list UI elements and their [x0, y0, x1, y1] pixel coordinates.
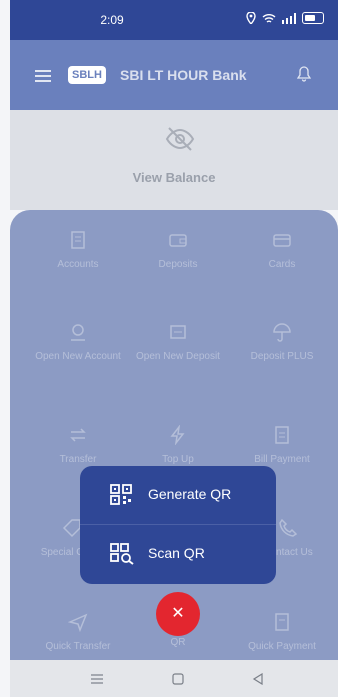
status-icons — [246, 12, 324, 24]
receipt-icon — [275, 613, 289, 631]
tab-label: Quick Payment — [248, 641, 316, 652]
bank-logo: SBLH — [68, 66, 106, 84]
new-account-icon — [71, 324, 85, 341]
qr-code-icon — [110, 484, 132, 505]
grid-label: Cards — [268, 259, 296, 270]
app-header: SBLH SBI LT HOUR Bank — [10, 40, 338, 110]
card-icon — [273, 234, 291, 247]
send-icon — [67, 613, 88, 633]
offer-icon — [62, 519, 81, 538]
grid-item-bill-payment[interactable]: Bill Payment — [232, 425, 332, 466]
grid-label: Top Up — [162, 454, 194, 465]
umbrella-icon — [273, 323, 291, 342]
scan-qr-label: Scan QR — [148, 545, 205, 561]
grid-item-accounts[interactable]: Accounts — [28, 230, 128, 271]
bank-name: SBI LT HOUR Bank — [120, 67, 247, 83]
signal-icon — [282, 12, 296, 24]
grid-label: Deposit PLUS — [250, 351, 314, 362]
status-bar: 2:09 — [10, 0, 338, 40]
generate-qr-option[interactable]: Generate QR — [80, 466, 276, 524]
view-balance-label: View Balance — [132, 170, 216, 185]
document-icon — [71, 231, 85, 249]
lightning-icon — [170, 424, 185, 446]
home-nav-icon[interactable] — [172, 673, 184, 685]
grid-label: Transfer — [59, 454, 97, 465]
tab-qr-label: QR — [170, 637, 186, 648]
grid-label: Deposits — [158, 259, 198, 270]
grid-label: Open New Deposit — [136, 351, 220, 362]
tab-label: Quick Transfer — [45, 641, 111, 652]
grid-item-open-new-account[interactable]: Open New Account — [28, 322, 128, 363]
scan-qr-icon — [110, 543, 134, 565]
status-time: 2:09 — [100, 13, 124, 27]
grid-item-top-up[interactable]: Top Up — [128, 424, 228, 466]
transfer-icon — [70, 428, 86, 442]
menu-icon[interactable] — [35, 70, 51, 82]
battery-icon — [302, 12, 324, 24]
balance-card[interactable]: View Balance — [10, 110, 338, 210]
tab-quick-payment[interactable]: Quick Payment — [232, 612, 332, 653]
grid-item-deposits[interactable]: Deposits — [128, 230, 228, 271]
phone-icon — [279, 518, 298, 537]
new-deposit-icon — [170, 325, 186, 339]
close-icon: ✕ — [171, 605, 185, 622]
grid-label: Accounts — [57, 259, 99, 270]
bell-icon[interactable] — [297, 66, 311, 82]
close-qr-button[interactable]: ✕ — [156, 592, 200, 636]
grid-label: Bill Payment — [254, 454, 310, 465]
wifi-icon — [262, 13, 276, 23]
tab-quick-transfer[interactable]: Quick Transfer — [28, 612, 128, 653]
grid-item-cards[interactable]: Cards — [232, 230, 332, 271]
grid-item-deposit-plus[interactable]: Deposit PLUS — [232, 322, 332, 363]
eye-off-icon — [165, 127, 195, 151]
generate-qr-label: Generate QR — [148, 486, 232, 502]
grid-item-transfer[interactable]: Transfer — [28, 425, 128, 466]
grid-item-open-new-deposit[interactable]: Open New Deposit — [128, 322, 228, 363]
wallet-icon — [169, 234, 187, 247]
scan-qr-option[interactable]: Scan QR — [80, 525, 276, 583]
back-nav-icon[interactable] — [252, 673, 264, 685]
grid-label: Open New Account — [35, 351, 121, 362]
location-icon — [246, 12, 256, 24]
menu-nav-icon[interactable] — [90, 673, 104, 685]
bill-icon — [275, 426, 289, 444]
qr-popup-menu: Generate QR Scan QR — [80, 466, 276, 584]
